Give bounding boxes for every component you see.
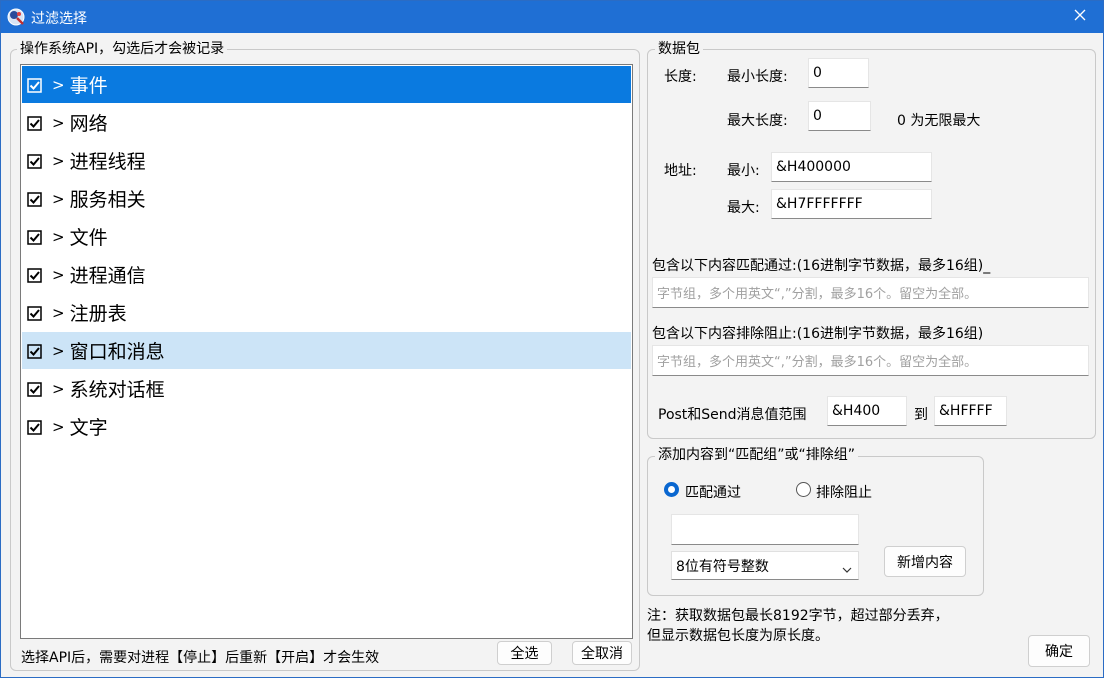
content-input[interactable] bbox=[671, 514, 859, 545]
select-all-button[interactable]: 全选 bbox=[497, 641, 552, 665]
msg-from-input[interactable]: &H400 bbox=[827, 396, 907, 426]
deselect-all-button[interactable]: 全取消 bbox=[572, 641, 632, 665]
radio-match[interactable] bbox=[664, 482, 679, 497]
chevron-right-icon: > bbox=[52, 379, 65, 398]
checkbox-icon[interactable] bbox=[27, 305, 43, 321]
chevron-right-icon: > bbox=[52, 227, 65, 246]
list-item-label: 系统对话框 bbox=[69, 379, 165, 401]
window-title: 过滤选择 bbox=[31, 11, 87, 27]
min-addr-input[interactable]: &H400000 bbox=[771, 152, 932, 182]
max-length-input[interactable]: 0 bbox=[808, 101, 871, 131]
list-item[interactable]: > 进程通信 bbox=[22, 256, 631, 293]
list-item[interactable]: > 事件 bbox=[22, 66, 631, 103]
api-hint: 选择API后，需要对进程【停止】后重新【开启】才会生效 bbox=[21, 650, 380, 666]
max-addr-label: 最大: bbox=[727, 200, 760, 216]
length-label: 长度: bbox=[664, 69, 697, 85]
list-item-label: 网络 bbox=[69, 113, 108, 135]
list-item-label: 文件 bbox=[69, 227, 108, 249]
radio-exclude-label[interactable]: 排除阻止 bbox=[816, 482, 872, 502]
title-bar[interactable]: 过滤选择 bbox=[1, 1, 1103, 33]
packet-group bbox=[647, 49, 1096, 439]
msg-to-value: &HFFFF bbox=[939, 403, 993, 419]
list-item[interactable]: > 系统对话框 bbox=[22, 370, 631, 407]
ok-label: 确定 bbox=[1045, 644, 1073, 660]
list-item-label: 文字 bbox=[69, 417, 108, 439]
max-length-label: 最大长度: bbox=[727, 113, 788, 129]
exclude-input[interactable]: 字节组，多个用英文“,”分割，最多16个。留空为全部。 bbox=[652, 345, 1089, 376]
chevron-down-icon bbox=[842, 561, 852, 577]
include-input[interactable]: 字节组，多个用英文“,”分割，最多16个。留空为全部。 bbox=[652, 277, 1089, 308]
include-placeholder: 字节组，多个用英文“,”分割，最多16个。留空为全部。 bbox=[657, 287, 978, 302]
radio-match-label[interactable]: 匹配通过 bbox=[685, 482, 741, 502]
list-item-label: 服务相关 bbox=[69, 189, 146, 211]
close-icon bbox=[1074, 9, 1086, 25]
checkbox-icon[interactable] bbox=[27, 191, 43, 207]
include-label: 包含以下内容匹配通过:(16进制字节数据，最多16组)_ bbox=[652, 258, 991, 274]
msg-range-label: Post和Send消息值范围 bbox=[658, 407, 807, 423]
add-content-label: 新增内容 bbox=[897, 554, 953, 571]
chevron-right-icon: > bbox=[52, 303, 65, 322]
max-length-value: 0 bbox=[813, 108, 822, 124]
note-line-2: 但显示数据包长度为原长度。 bbox=[647, 628, 829, 644]
chevron-right-icon: > bbox=[52, 341, 65, 360]
deselect-all-label: 全取消 bbox=[581, 646, 623, 662]
packet-group-legend: 数据包 bbox=[655, 41, 703, 57]
select-all-label: 全选 bbox=[510, 646, 539, 662]
add-content-legend: 添加内容到“匹配组”或“排除组” bbox=[655, 447, 859, 463]
checkbox-icon[interactable] bbox=[27, 153, 43, 169]
list-item[interactable]: > 注册表 bbox=[22, 294, 631, 331]
list-item-label: 窗口和消息 bbox=[69, 341, 165, 363]
min-length-value: 0 bbox=[813, 65, 822, 81]
chevron-right-icon: > bbox=[52, 75, 65, 94]
api-list[interactable]: > 事件 > 网络 > 进程线程 > 服务相关 > 文件 > 进程通信 > 注册表 > 窗口和消息 > 系统对话框… bbox=[20, 64, 633, 639]
type-select[interactable]: 8位有符号整数 bbox=[671, 551, 859, 580]
checkbox-icon[interactable] bbox=[27, 381, 43, 397]
note-line-1: 注：获取数据包最长8192字节，超过部分丢弃， bbox=[647, 608, 949, 624]
add-content-button[interactable]: 新增内容 bbox=[884, 546, 966, 577]
api-group-legend: 操作系统API，勾选后才会被记录 bbox=[17, 41, 228, 57]
chevron-right-icon: > bbox=[52, 189, 65, 208]
checkbox-icon[interactable] bbox=[27, 229, 43, 245]
list-item[interactable]: > 文件 bbox=[22, 218, 631, 255]
checkbox-icon[interactable] bbox=[27, 267, 43, 283]
min-addr-label: 最小: bbox=[727, 163, 760, 179]
radio-exclude[interactable] bbox=[796, 482, 811, 497]
filter-dialog: 过滤选择 操作系统API，勾选后才会被记录 > 事件 > 网络 > 进程线程 > 服务相关 > 文… bbox=[0, 0, 1104, 678]
chevron-right-icon: > bbox=[52, 113, 65, 132]
min-length-label: 最小长度: bbox=[727, 69, 788, 85]
chevron-right-icon: > bbox=[52, 151, 65, 170]
min-length-input[interactable]: 0 bbox=[808, 58, 869, 88]
exclude-label: 包含以下内容排除阻止:(16进制字节数据，最多16组) bbox=[652, 326, 984, 342]
list-item-label: 进程线程 bbox=[69, 151, 146, 173]
checkbox-icon[interactable] bbox=[27, 343, 43, 359]
list-item-label: 进程通信 bbox=[69, 265, 146, 287]
msg-to-label: 到 bbox=[914, 407, 928, 423]
type-select-value: 8位有符号整数 bbox=[676, 558, 769, 575]
checkbox-icon[interactable] bbox=[27, 115, 43, 131]
address-label: 地址: bbox=[664, 163, 697, 179]
msg-to-input[interactable]: &HFFFF bbox=[934, 396, 1007, 426]
list-item[interactable]: > 网络 bbox=[22, 104, 631, 141]
list-item[interactable]: > 窗口和消息 bbox=[22, 332, 631, 369]
list-item[interactable]: > 进程线程 bbox=[22, 142, 631, 179]
max-length-note: 0 为无限最大 bbox=[897, 113, 981, 129]
msg-from-value: &H400 bbox=[832, 403, 881, 419]
list-item-label: 事件 bbox=[69, 75, 108, 97]
exclude-placeholder: 字节组，多个用英文“,”分割，最多16个。留空为全部。 bbox=[657, 355, 978, 370]
close-button[interactable] bbox=[1057, 1, 1103, 33]
chevron-right-icon: > bbox=[52, 265, 65, 284]
checkbox-icon[interactable] bbox=[27, 77, 43, 93]
app-icon bbox=[7, 8, 25, 26]
chevron-right-icon: > bbox=[52, 417, 65, 436]
list-item[interactable]: > 文字 bbox=[22, 408, 631, 445]
checkbox-icon[interactable] bbox=[27, 419, 43, 435]
min-addr-value: &H400000 bbox=[776, 159, 851, 175]
list-item-label: 注册表 bbox=[69, 303, 127, 325]
max-addr-input[interactable]: &H7FFFFFFF bbox=[771, 189, 932, 219]
max-addr-value: &H7FFFFFFF bbox=[776, 196, 863, 212]
ok-button[interactable]: 确定 bbox=[1028, 635, 1090, 667]
list-item[interactable]: > 服务相关 bbox=[22, 180, 631, 217]
